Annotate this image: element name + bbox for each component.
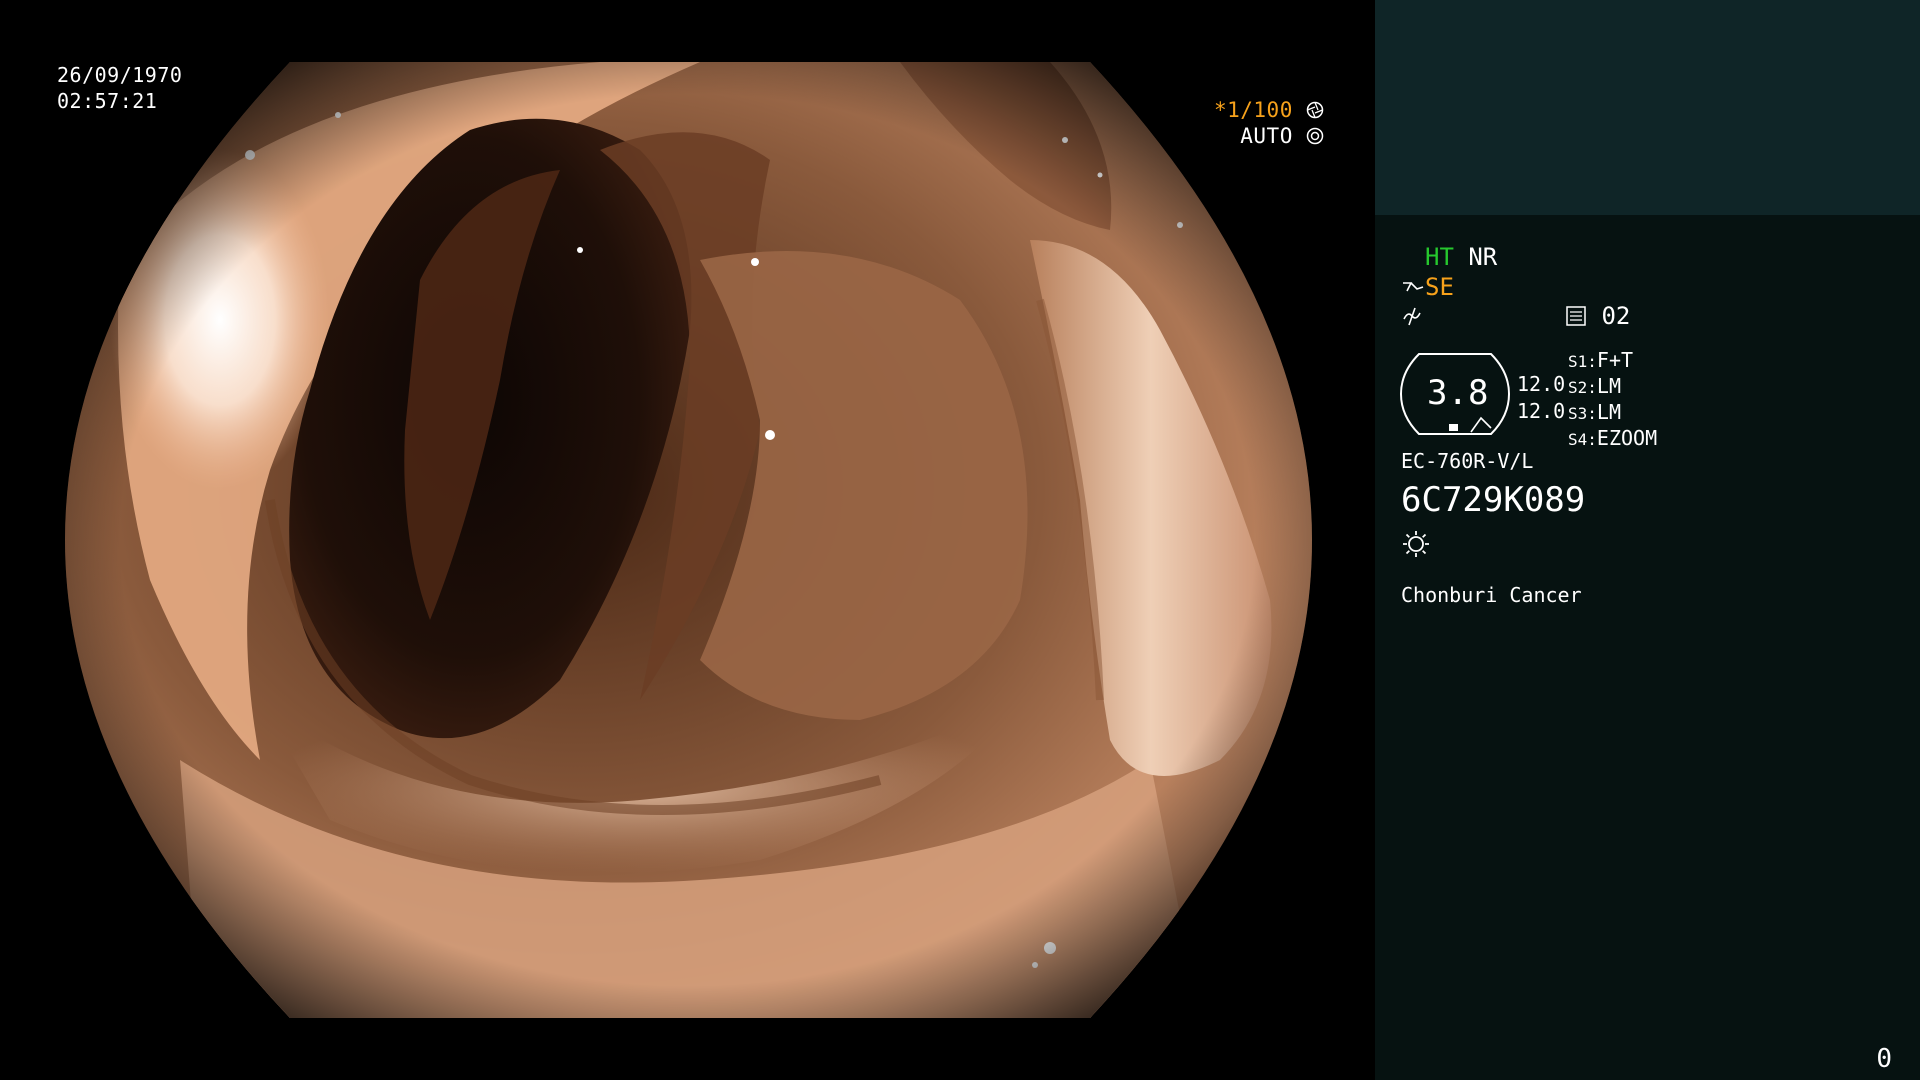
shutter-prefix: * [1213, 98, 1228, 122]
institution-name: Chonburi Cancer [1401, 583, 1582, 607]
endoscope-view: 26/09/1970 02:57:21 *1/100 AUTO [0, 0, 1375, 1080]
shutter-value: 1/100 [1227, 98, 1293, 122]
ht-nr-row: HT NR [1425, 243, 1497, 271]
scope-serial: 6C729K089 [1401, 480, 1586, 520]
scissors-icon [1403, 282, 1424, 292]
info-panel: HT NR SE 02 3.8 12.0 12.0 S1:F+T S2:LM S… [1375, 215, 1920, 1080]
se-row: SE [1401, 273, 1454, 301]
level-a: 12.0 [1517, 372, 1566, 396]
nr-indicator: NR [1468, 243, 1498, 271]
iris-icon [1306, 127, 1324, 145]
aperture-icon [1306, 101, 1324, 119]
datetime-overlay: 26/09/1970 02:57:21 [57, 62, 182, 114]
tilde-icon [1403, 307, 1421, 326]
panel-header-area [1375, 0, 1920, 215]
date-text: 26/09/1970 [57, 63, 183, 87]
levels: 12.0 12.0 [1517, 371, 1565, 425]
gauge-value: 3.8 [1427, 373, 1489, 413]
colon-lumen-image [65, 62, 1312, 1018]
switch-row-s4: S4:EZOOM [1568, 426, 1658, 450]
memory-row: 02 [1565, 302, 1630, 330]
time-text: 02:57:21 [57, 89, 158, 113]
switch-list: S1:F+T S2:LM S3:LM S4:EZOOM [1568, 348, 1657, 452]
level-b: 12.0 [1517, 399, 1566, 423]
shutter-row: *1/100 [1214, 97, 1324, 123]
scope-model: EC-760R-V/L [1401, 449, 1534, 473]
image-counter: 0 [1876, 1044, 1892, 1074]
switch-row-s3: S3:LM [1568, 400, 1621, 424]
light-icon [1403, 531, 1429, 557]
switch-row-s1: S1:F+T [1568, 348, 1634, 372]
iris-row: AUTO [1214, 123, 1324, 149]
memory-slot: 02 [1601, 302, 1631, 330]
memory-icon [1566, 306, 1586, 326]
ht-indicator: HT [1425, 243, 1454, 271]
switch-row-s2: S2:LM [1568, 374, 1621, 398]
se-indicator: SE [1425, 273, 1454, 301]
iris-mode: AUTO [1240, 124, 1293, 148]
tilde-row [1401, 305, 1423, 333]
shutter-overlay: *1/100 AUTO [1214, 97, 1324, 149]
